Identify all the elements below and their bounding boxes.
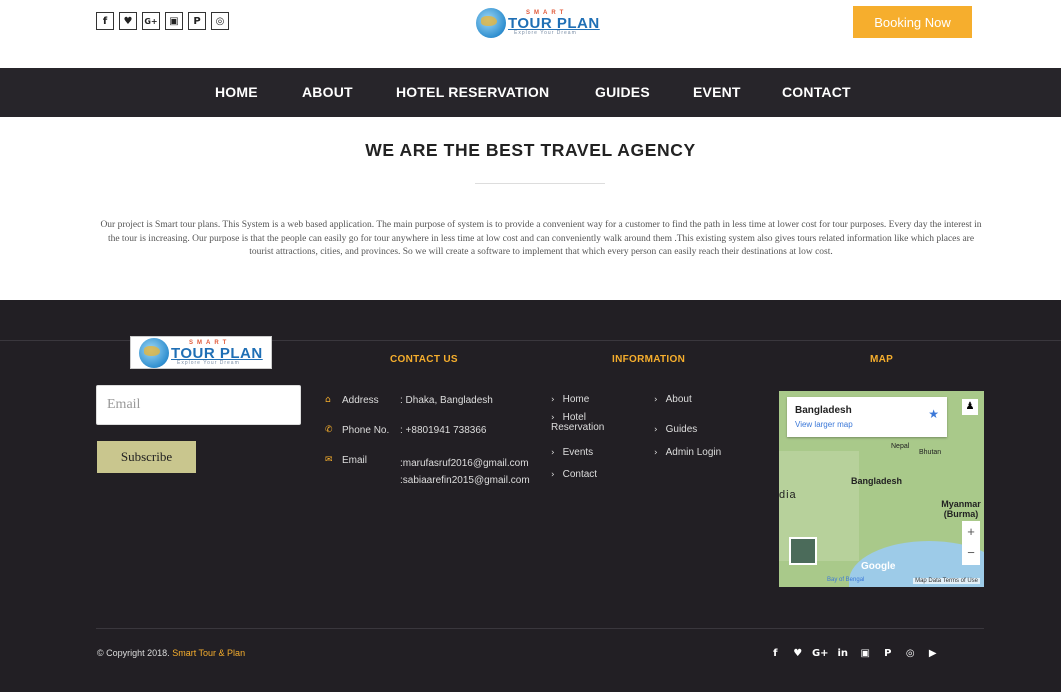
contact-email-row: ✉ Email :marufasruf2016@gmail.com :sabia…	[325, 455, 530, 489]
map-label-india: dia	[779, 489, 797, 501]
pinterest-icon[interactable]: P	[877, 648, 900, 659]
circle-icon[interactable]: ◎	[899, 648, 922, 659]
globe-icon	[476, 8, 506, 38]
map-label-bay: Bay of Bengal	[827, 577, 865, 583]
chevron-right-icon: ›	[654, 425, 658, 435]
about-paragraph: Our project is Smart tour plans. This Sy…	[100, 220, 982, 258]
address-label: Address	[342, 395, 379, 406]
facebook-icon[interactable]: f	[96, 12, 114, 30]
map-data-terms[interactable]: Map Data Terms of Use	[913, 578, 980, 584]
newsletter-email-input[interactable]	[96, 385, 301, 425]
satellite-toggle[interactable]	[789, 537, 817, 565]
google-map[interactable]: Nepal Bhutan Bangladesh dia Myanmar (Bur…	[779, 391, 984, 587]
zoom-out-icon[interactable]: −	[962, 542, 980, 563]
phone-icon: ✆	[325, 425, 333, 435]
footer-link-hotel-reservation[interactable]: › Hotel Reservation	[551, 413, 621, 433]
logo-big-text: TOUR PLAN	[171, 344, 263, 362]
circle-icon[interactable]: ◎	[211, 12, 229, 30]
envelope-icon: ✉	[325, 455, 333, 465]
page-headline: WE ARE THE BEST TRAVEL AGENCY	[365, 140, 696, 160]
address-value: : Dhaka, Bangladesh	[400, 395, 493, 406]
street-view-icon[interactable]: ♟	[962, 399, 978, 415]
contact-address-row: ⌂ Address : Dhaka, Bangladesh	[325, 395, 493, 406]
map-place-name: Bangladesh	[795, 405, 852, 416]
subscribe-button[interactable]: Subscribe	[97, 441, 196, 473]
google-plus-icon[interactable]: G+	[142, 12, 160, 30]
linkedin-icon[interactable]: in	[832, 648, 855, 659]
zoom-in-icon[interactable]: +	[962, 521, 980, 542]
email-value-2[interactable]: :sabiaarefin2015@gmail.com	[400, 472, 530, 489]
phone-label: Phone No.	[342, 425, 390, 436]
footer-divider-bottom	[96, 628, 984, 629]
logo-tagline: Explore Your Dream	[177, 359, 240, 366]
information-title: INFORMATION	[612, 354, 686, 365]
nav-home[interactable]: HOME	[215, 84, 258, 100]
youtube-icon[interactable]: ▶	[922, 648, 945, 659]
site-footer: SMART TOUR PLAN Explore Your Dream CONTA…	[0, 300, 1061, 692]
twitter-icon[interactable]: ♥	[119, 12, 137, 30]
booking-now-button[interactable]: Booking Now	[853, 6, 972, 38]
google-plus-icon[interactable]: G+	[809, 648, 832, 659]
chevron-right-icon: ›	[551, 395, 555, 405]
phone-value: : +8801941 738366	[400, 425, 487, 436]
footer-link-home[interactable]: › Home	[551, 395, 589, 406]
facebook-icon[interactable]: f	[764, 648, 787, 659]
footer-link-about[interactable]: › About	[654, 395, 692, 406]
footer-link-guides[interactable]: › Guides	[654, 425, 697, 436]
email-label: Email	[342, 455, 368, 466]
instagram-icon[interactable]: ▣	[854, 648, 877, 659]
map-zoom-control[interactable]: + −	[962, 521, 980, 565]
footer-link-admin-login[interactable]: › Admin Login	[654, 448, 721, 459]
headline-divider	[475, 183, 605, 184]
map-label-bangladesh: Bangladesh	[851, 476, 903, 486]
home-icon: ⌂	[325, 395, 331, 405]
contact-us-title: CONTACT US	[390, 354, 458, 365]
copyright-text: © Copyright 2018. Smart Tour & Plan	[97, 648, 246, 658]
footer-link-events[interactable]: › Events	[551, 448, 593, 459]
google-logo: Google	[861, 561, 896, 572]
copyright-brand-link[interactable]: Smart Tour & Plan	[172, 648, 245, 658]
chevron-right-icon: ›	[551, 470, 555, 480]
nav-event[interactable]: EVENT	[693, 84, 741, 100]
logo-tagline: Explore Your Dream	[514, 30, 577, 36]
nav-guides[interactable]: GUIDES	[595, 84, 650, 100]
chevron-right-icon: ›	[654, 448, 658, 458]
instagram-icon[interactable]: ▣	[165, 12, 183, 30]
contact-phone-row: ✆ Phone No. : +8801941 738366	[325, 425, 486, 436]
nav-contact[interactable]: CONTACT	[782, 84, 851, 100]
star-icon[interactable]: ★	[928, 407, 939, 421]
twitter-icon[interactable]: ♥	[787, 648, 810, 659]
nav-hotel-reservation[interactable]: HOTEL RESERVATION	[396, 84, 549, 100]
map-label-bhutan: Bhutan	[919, 449, 942, 456]
chevron-right-icon: ›	[654, 395, 658, 405]
map-title: MAP	[870, 354, 894, 365]
map-label-nepal: Nepal	[891, 443, 910, 450]
map-info-card: Bangladesh View larger map ★	[787, 397, 947, 437]
main-nav: HOME ABOUT HOTEL RESERVATION GUIDES EVEN…	[0, 68, 1061, 117]
map-label-myanmar: Myanmar (Burma)	[941, 499, 981, 519]
email-value-1[interactable]: :marufasruf2016@gmail.com	[400, 455, 530, 472]
view-larger-map-link[interactable]: View larger map	[795, 420, 853, 429]
header-social-links: f ♥ G+ ▣ P ◎	[96, 12, 229, 30]
chevron-right-icon: ›	[551, 448, 555, 458]
nav-about[interactable]: ABOUT	[302, 84, 353, 100]
logo-big-text: TOUR PLAN	[508, 15, 600, 32]
site-logo[interactable]: SMART TOUR PLAN Explore Your Dream	[476, 8, 600, 38]
pinterest-icon[interactable]: P	[188, 12, 206, 30]
footer-logo[interactable]: SMART TOUR PLAN Explore Your Dream	[130, 336, 272, 369]
footer-link-contact[interactable]: › Contact	[551, 470, 597, 481]
footer-social-links: f ♥ G+ in ▣ P ◎ ▶	[764, 648, 944, 659]
top-bar: f ♥ G+ ▣ P ◎ SMART TOUR PLAN Explore You…	[0, 0, 1061, 68]
globe-icon	[139, 337, 169, 368]
